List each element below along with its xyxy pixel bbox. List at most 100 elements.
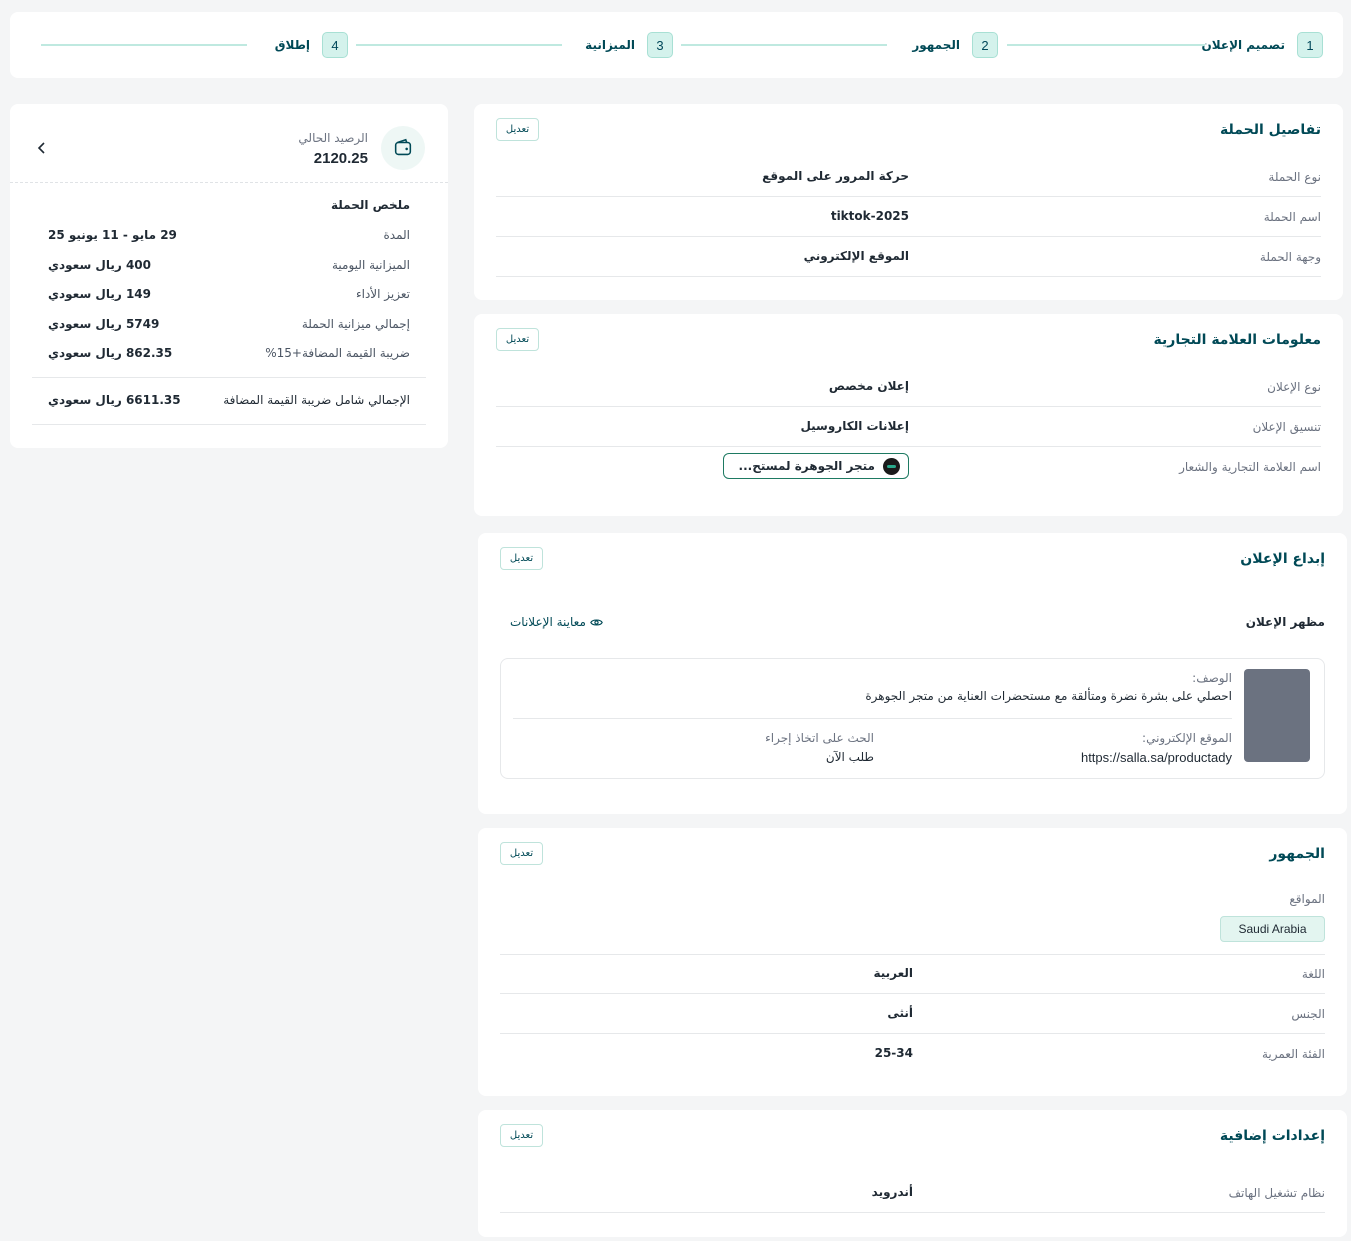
detail-row: اسم العلامة التجارية والشعار متجر الجوهر…: [496, 447, 1321, 487]
edit-creative-button[interactable]: تعديل: [500, 547, 543, 570]
campaign-stepper: 1 تصميم الإعلان 2 الجمهور 3 الميزانية 4 …: [10, 12, 1343, 78]
audience-row: اللغة العربية: [500, 954, 1325, 994]
section-title: إعدادات إضافية: [1219, 1128, 1325, 1144]
row-value: أنثى: [887, 1006, 913, 1020]
audience-row: الجنس أنثى: [500, 994, 1325, 1034]
total-value: 6611.35 ريال سعودي: [48, 393, 181, 407]
ad-thumbnail: [1244, 669, 1310, 762]
step-label: تصميم الإعلان: [1201, 38, 1285, 52]
extra-row: نظام تشغيل الهاتف أندرويد: [500, 1173, 1325, 1213]
cta-label: الحث على اتخاذ إجراء: [765, 731, 874, 745]
row-value: 5749 ريال سعودي: [48, 317, 160, 331]
preview-ads-link[interactable]: معاينة الإعلانات: [510, 615, 603, 629]
row-label: تعزيز الأداء: [355, 287, 410, 301]
ad-preview-box: الوصف: احصلي على بشرة نضرة ومتألقة مع مس…: [500, 658, 1325, 779]
summary-row: إجمالي ميزانية الحملة 5749 ريال سعودي: [48, 317, 410, 337]
step-connector: [41, 44, 247, 46]
website-label: الموقع الإلكتروني:: [1142, 731, 1232, 745]
description-label: الوصف:: [1192, 671, 1232, 685]
audience-row: الفئة العمرية 25-34: [500, 1034, 1325, 1074]
row-value: 149 ريال سعودي: [48, 287, 152, 301]
eye-icon: [590, 618, 603, 626]
row-value: 862.35 ريال سعودي: [48, 346, 173, 360]
section-title: الجمهور: [1269, 846, 1325, 862]
brand-name: متجر الجوهرة لمستح...: [738, 459, 875, 473]
divider: [32, 377, 426, 378]
step-number: 3: [647, 32, 673, 58]
ad-appearance-label: مظهر الإعلان: [1245, 615, 1325, 629]
summary-title: ملخص الحملة: [330, 198, 410, 212]
brand-selector[interactable]: متجر الجوهرة لمستح...: [723, 453, 909, 479]
row-label: اسم العلامة التجارية والشعار: [1179, 460, 1321, 474]
row-value: الموقع الإلكتروني: [803, 249, 909, 263]
step-design[interactable]: 1 تصميم الإعلان: [1202, 32, 1323, 58]
section-title: تفاصيل الحملة: [1220, 122, 1321, 138]
balance-label: الرصيد الحالي: [298, 131, 368, 145]
divider: [10, 182, 448, 183]
step-connector: [356, 44, 562, 46]
ad-creative-card: إبداع الإعلان تعديل مظهر الإعلان معاينة …: [478, 533, 1347, 814]
summary-total-row: الإجمالي شامل ضريبة القيمة المضافة 6611.…: [48, 393, 410, 413]
location-chip: Saudi Arabia: [1220, 916, 1325, 942]
step-label: الميزانية: [585, 38, 635, 52]
divider: [513, 718, 1232, 719]
row-value: 29 مايو - 11 يونيو 25: [48, 228, 177, 242]
section-title: معلومات العلامة التجارية: [1153, 332, 1321, 348]
row-label: نوع الحملة: [1268, 170, 1321, 184]
detail-row: نوع الحملة حركة المرور على الموقع: [496, 157, 1321, 197]
summary-row: الميزانية اليومية 400 ريال سعودي: [48, 258, 410, 278]
row-value: العربية: [873, 966, 913, 980]
step-label: إطلاق: [274, 38, 310, 52]
row-value: حركة المرور على الموقع: [762, 169, 909, 183]
row-label: اسم الحملة: [1263, 210, 1321, 224]
row-label: نوع الإعلان: [1267, 380, 1321, 394]
wallet-icon: [381, 126, 425, 170]
summary-row: ضريبة القيمة المضافة+15% 862.35 ريال سعو…: [48, 346, 410, 366]
row-label: اللغة: [1301, 967, 1325, 981]
row-value: 400 ريال سعودي: [48, 258, 152, 272]
brand-info-card: معلومات العلامة التجارية تعديل نوع الإعل…: [474, 314, 1343, 516]
detail-row: نوع الإعلان إعلان مخصص: [496, 367, 1321, 407]
edit-brand-info-button[interactable]: تعديل: [496, 328, 539, 351]
audience-card: الجمهور تعديل المواقع Saudi Arabia اللغة…: [478, 828, 1347, 1096]
row-label: المدة: [383, 228, 410, 242]
row-label: نظام تشغيل الهاتف: [1228, 1186, 1325, 1200]
website-url: https://salla.sa/productady: [1080, 750, 1232, 765]
preview-link-text: معاينة الإعلانات: [510, 615, 586, 629]
row-label: تنسيق الإعلان: [1252, 420, 1321, 434]
section-title: إبداع الإعلان: [1240, 551, 1325, 567]
step-number: 2: [972, 32, 998, 58]
row-label: ضريبة القيمة المضافة+15%: [265, 346, 410, 360]
step-audience[interactable]: 2 الجمهور: [912, 32, 998, 58]
summary-row: تعزيز الأداء 149 ريال سعودي: [48, 287, 410, 307]
balance-value: 2120.25: [313, 150, 368, 167]
row-label: الجنس: [1291, 1007, 1325, 1021]
row-value: tiktok-2025: [830, 209, 909, 223]
extra-settings-card: إعدادات إضافية تعديل نظام تشغيل الهاتف أ…: [478, 1110, 1347, 1237]
row-value: أندرويد: [871, 1185, 913, 1199]
chevron-left-icon[interactable]: [36, 140, 48, 159]
total-label: الإجمالي شامل ضريبة القيمة المضافة: [223, 393, 410, 407]
cta-value: طلب الآن: [825, 750, 874, 764]
edit-audience-button[interactable]: تعديل: [500, 842, 543, 865]
detail-row: تنسيق الإعلان إعلانات الكاروسيل: [496, 407, 1321, 447]
locations-label: المواقع: [1289, 892, 1325, 906]
step-connector: [1007, 44, 1205, 46]
step-number: 4: [322, 32, 348, 58]
step-launch[interactable]: 4 إطلاق: [275, 32, 348, 58]
row-label: إجمالي ميزانية الحملة: [301, 317, 410, 331]
step-label: الجمهور: [912, 38, 960, 52]
row-value: 25-34: [874, 1046, 913, 1060]
step-budget[interactable]: 3 الميزانية: [585, 32, 673, 58]
step-connector: [681, 44, 887, 46]
edit-extra-settings-button[interactable]: تعديل: [500, 1124, 543, 1147]
detail-row: وجهة الحملة الموقع الإلكتروني: [496, 237, 1321, 277]
campaign-details-card: تفاصيل الحملة تعديل نوع الحملة حركة المر…: [474, 104, 1343, 300]
campaign-summary-card: الرصيد الحالي 2120.25 ملخص الحملة المدة …: [10, 104, 448, 448]
row-value: إعلان مخصص: [828, 379, 909, 393]
step-number: 1: [1297, 32, 1323, 58]
divider: [32, 424, 426, 425]
brand-logo-icon: [883, 457, 900, 475]
row-label: الفئة العمرية: [1261, 1047, 1325, 1061]
edit-campaign-details-button[interactable]: تعديل: [496, 118, 539, 141]
